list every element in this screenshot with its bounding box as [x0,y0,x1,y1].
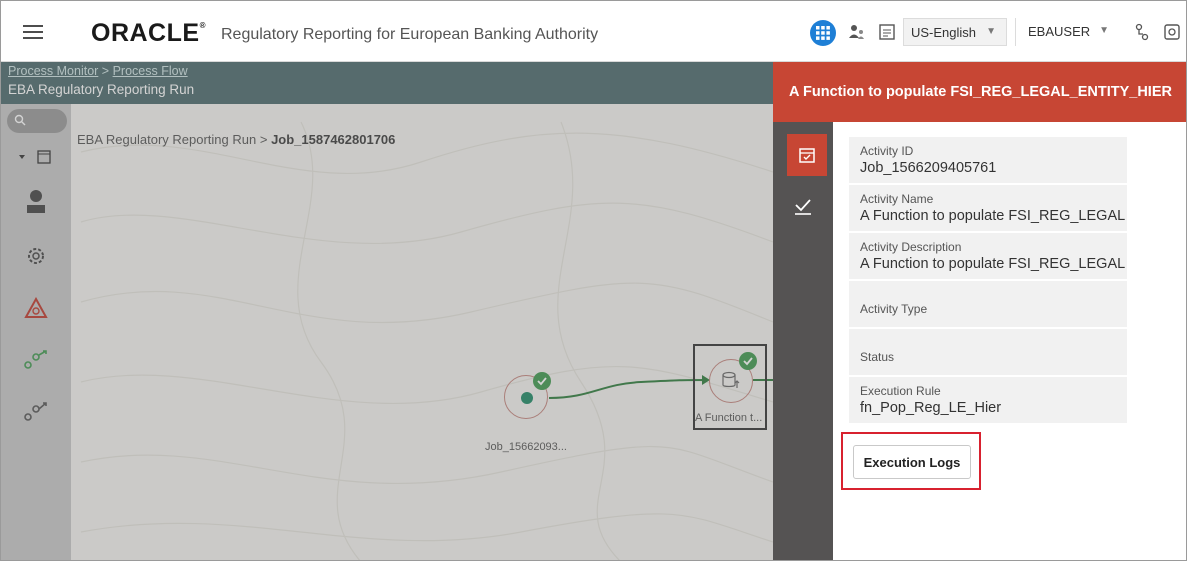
field-label: Activity Name [860,192,934,206]
app-window: ORACLE® Regulatory Reporting for Europea… [0,0,1187,561]
flow-node-function-label: A Function t... [695,412,763,424]
drawer-title: A Function to populate FSI_REG_LEGAL_ENT… [789,84,1172,100]
menu-icon[interactable] [23,25,43,39]
activity-description-field: Activity Description A Function to popul… [849,233,1127,281]
node-dot [521,392,533,404]
user-menu[interactable]: EBAUSER ▼ [1015,18,1119,46]
tasks-tab[interactable] [773,186,833,228]
language-select[interactable]: US-English ▼ [903,18,1007,46]
field-label: Execution Rule [860,384,941,398]
flow-node-start-label: Job_15662093... [485,441,567,453]
brand-logo: ORACLE® [91,19,206,47]
success-check-icon [533,372,551,390]
apps-grid-icon[interactable] [810,20,836,46]
execution-logs-highlight: Execution Logs [841,432,981,490]
app-header: ORACLE® Regulatory Reporting for Europea… [1,1,1186,62]
notes-icon[interactable] [878,23,896,41]
activity-name-field: Activity Name A Function to populate FSI… [849,185,1127,233]
activity-type-field: Activity Type [849,281,1127,329]
flow-connector [548,375,773,399]
execution-logs-button[interactable]: Execution Logs [853,445,971,479]
checkmark-icon [795,199,811,215]
activity-fields: Activity ID Job_1566209405761 Activity N… [849,137,1127,425]
activity-id-field: Activity ID Job_1566209405761 [849,137,1127,185]
process-flow-workspace: Process Monitor > Process Flow EBA Regul… [1,62,773,560]
field-label: Activity Type [860,302,928,316]
chevron-down-icon: ▼ [986,26,996,37]
field-value: A Function to populate FSI_REG_LEGAL [860,208,1126,224]
user-name: EBAUSER [1028,24,1091,39]
field-value: A Function to populate FSI_REG_LEGAL [860,256,1126,272]
success-check-icon [739,352,757,370]
user-roles-icon[interactable] [848,23,866,41]
sitemap-icon[interactable] [1133,23,1151,41]
chevron-down-icon: ▼ [1099,25,1109,36]
app-title: Regulatory Reporting for European Bankin… [221,26,599,43]
database-icon [722,371,740,388]
field-label: Status [860,350,895,364]
execution-rule-field: Execution Rule fn_Pop_Reg_LE_Hier [849,377,1127,425]
screen-icon[interactable] [1163,23,1181,41]
language-value: US-English [911,25,977,40]
field-label: Activity ID [860,144,914,158]
calendar-check-icon [799,148,815,163]
details-tab[interactable] [787,134,827,176]
drawer-rail [773,122,833,560]
drawer-header: A Function to populate FSI_REG_LEGAL_ENT… [773,62,1186,122]
field-value: fn_Pop_Reg_LE_Hier [860,400,1002,416]
field-value: Job_1566209405761 [860,160,997,176]
field-label: Activity Description [860,240,962,254]
status-field: Status [849,329,1127,377]
